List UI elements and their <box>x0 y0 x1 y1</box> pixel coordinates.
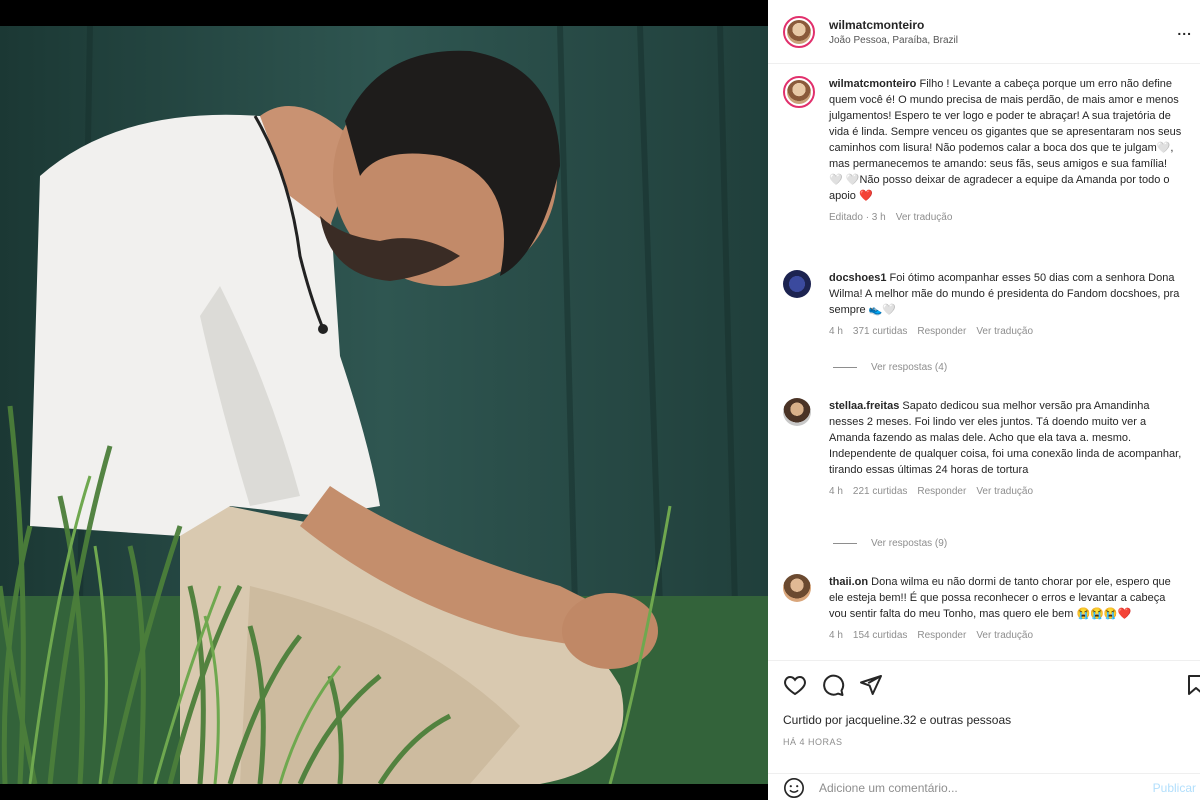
comment-username[interactable]: docshoes1 <box>829 272 886 284</box>
caption-username[interactable]: wilmatcmonteiro <box>829 78 916 90</box>
comment-likes[interactable]: 371 curtidas <box>853 324 907 340</box>
post-actions: Curtido por jacqueline.32 e outras pesso… <box>768 660 1200 800</box>
heart-icon[interactable] <box>783 673 807 697</box>
emoji-icon[interactable] <box>783 777 805 799</box>
share-icon[interactable] <box>859 673 883 697</box>
reply-button[interactable]: Responder <box>917 628 966 644</box>
comment-likes[interactable]: 221 curtidas <box>853 484 907 500</box>
reply-button[interactable]: Responder <box>917 324 966 340</box>
comment-time: 4 h <box>829 326 843 337</box>
publish-button[interactable]: Publicar <box>1153 781 1196 795</box>
post-username[interactable]: wilmatcmonteiro <box>829 18 958 32</box>
post-image <box>0 26 768 784</box>
comment-username[interactable]: thaii.on <box>829 576 868 588</box>
comment-time: 4 h <box>829 486 843 497</box>
view-replies-button[interactable]: Ver respostas (9) <box>833 538 947 549</box>
translate-link[interactable]: Ver tradução <box>976 628 1033 644</box>
liked-by[interactable]: Curtido por jacqueline.32 e outras pesso… <box>783 713 1011 727</box>
caption-edited: Editado · 3 h <box>829 212 886 223</box>
comment-username[interactable]: stellaa.freitas <box>829 400 899 412</box>
add-comment-bar: Adicione um comentário... Publicar <box>768 773 1200 800</box>
post-timestamp: HÁ 4 HORAS <box>783 737 843 747</box>
view-replies-label: Ver respostas (4) <box>871 362 948 373</box>
comment-icon[interactable] <box>821 673 845 697</box>
comment-likes[interactable]: 154 curtidas <box>853 628 907 644</box>
list-item: docshoes1 Foi ótimo acompanhar esses 50 … <box>783 270 1193 340</box>
translate-link[interactable]: Ver tradução <box>976 324 1033 340</box>
post-sidebar: wilmatcmonteiro João Pessoa, Paraíba, Br… <box>768 0 1200 800</box>
caption: wilmatcmonteiro Filho ! Levante a cabeça… <box>783 76 1193 226</box>
more-options-icon[interactable]: ... <box>1177 22 1192 38</box>
comments-list[interactable]: wilmatcmonteiro Filho ! Levante a cabeça… <box>768 64 1200 660</box>
avatar[interactable] <box>783 270 811 298</box>
post-header: wilmatcmonteiro João Pessoa, Paraíba, Br… <box>768 0 1200 64</box>
comment-input[interactable]: Adicione um comentário... <box>819 781 958 795</box>
view-replies-label: Ver respostas (9) <box>871 538 948 549</box>
avatar[interactable] <box>783 76 815 108</box>
bookmark-icon[interactable] <box>1184 673 1200 697</box>
comment-text: Dona wilma eu não dormi de tanto chorar … <box>829 576 1171 620</box>
avatar[interactable] <box>783 574 811 602</box>
translate-link[interactable]: Ver tradução <box>896 210 953 226</box>
post-location[interactable]: João Pessoa, Paraíba, Brazil <box>829 35 958 46</box>
post-photo[interactable] <box>0 26 768 784</box>
caption-text: Filho ! Levante a cabeça porque um erro … <box>829 78 1182 202</box>
reply-button[interactable]: Responder <box>917 484 966 500</box>
list-item: stellaa.freitas Sapato dedicou sua melho… <box>783 398 1193 500</box>
view-replies-button[interactable]: Ver respostas (4) <box>833 362 947 373</box>
avatar[interactable] <box>783 15 815 48</box>
translate-link[interactable]: Ver tradução <box>976 484 1033 500</box>
instagram-post-view: wilmatcmonteiro João Pessoa, Paraíba, Br… <box>0 0 1200 800</box>
avatar[interactable] <box>783 398 811 426</box>
list-item: thaii.on Dona wilma eu não dormi de tant… <box>783 574 1193 644</box>
comment-time: 4 h <box>829 630 843 641</box>
